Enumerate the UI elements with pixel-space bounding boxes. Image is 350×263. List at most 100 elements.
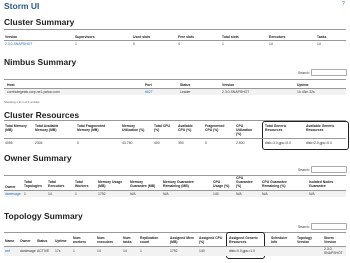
col-num-workers[interactable]: Num workers: [73, 236, 91, 244]
col-topology-uptime[interactable]: Uptime: [55, 239, 67, 243]
cell-cpu-guarantee-remaining: N/A: [262, 192, 268, 196]
col-memory-guarantee-remaining[interactable]: Memory Guarantee Remaining (MB): [163, 180, 203, 188]
col-total-memory[interactable]: Total Memory (MB): [5, 124, 27, 132]
owner-search-label: Search:: [298, 168, 310, 172]
divider: [4, 232, 346, 233]
cell-status: Leader: [180, 90, 191, 94]
cell-memory-utilization: 43.750: [122, 141, 133, 145]
col-memory-utilization[interactable]: Memory Utilization (%): [122, 124, 147, 132]
nimbus-summary-title: Nimbus Summary: [4, 57, 77, 67]
help-icon[interactable]: ?: [342, 1, 345, 7]
cell-used-slots: 0: [133, 42, 135, 46]
col-topology-version[interactable]: Topology Version: [297, 236, 319, 244]
cell-owner[interactable]: daniesage: [5, 192, 21, 196]
cell-version[interactable]: 2.3.0-SNAPSHOT: [5, 42, 32, 46]
col-total-fragmented-memory[interactable]: Total Fragmented Memory (MB): [77, 124, 115, 132]
col-available-cpu[interactable]: Available CPU (%): [178, 124, 200, 132]
table-row: [4, 191, 346, 197]
divider: [4, 138, 346, 139]
cell-storm-version: 2.3.0-SNAPSHOT: [324, 247, 343, 255]
cell-num-tasks: 14: [123, 249, 127, 253]
col-assigned-cpu[interactable]: Assigned CPU (%): [199, 236, 223, 244]
col-free-slots[interactable]: Free slots: [178, 35, 194, 39]
col-cpu-guarantee[interactable]: CPU Guarantee (%): [236, 176, 258, 188]
cell-executors: 14: [269, 42, 273, 46]
cell-memory-guarantee-remaining: N/A: [163, 192, 169, 196]
cell-topology-status: ACTIVE: [37, 249, 50, 253]
nimbus-search-input[interactable]: [311, 69, 347, 76]
col-nimbus-version[interactable]: Version: [222, 83, 234, 87]
col-owner[interactable]: Owner: [5, 185, 16, 189]
col-version[interactable]: Version: [5, 35, 17, 39]
col-name[interactable]: Name: [5, 239, 14, 243]
cell-assigned-cpu: 140: [199, 249, 205, 253]
cell-free-slots: 4: [178, 42, 180, 46]
col-total-workers[interactable]: Total Workers: [75, 180, 93, 188]
cell-total-slots: 1: [222, 42, 224, 46]
col-total-generic-resources[interactable]: Total Generic Resources: [265, 124, 301, 132]
col-executors[interactable]: Executors: [269, 35, 285, 39]
col-total-topologies[interactable]: Total Topologies: [24, 180, 44, 188]
col-assigned-mem[interactable]: Assigned Mem (MB): [170, 236, 194, 244]
cell-total-memory: 4096: [5, 141, 13, 145]
storm-ui-logo[interactable]: Storm UI: [4, 1, 39, 11]
cell-topology-owner: daniesage: [20, 249, 36, 253]
topology-search-label: Search:: [298, 225, 310, 229]
col-num-tasks[interactable]: Num tasks: [123, 236, 137, 244]
col-host[interactable]: Host: [7, 83, 15, 87]
col-uptime[interactable]: Uptime: [297, 83, 309, 87]
col-total-executors[interactable]: Total Executors: [48, 180, 68, 188]
col-cpu-guarantee-remaining[interactable]: CPU Guarantee Remaining (%): [262, 180, 298, 188]
col-used-slots[interactable]: Used slots: [133, 35, 150, 39]
cluster-summary-title: Cluster Summary: [4, 17, 75, 27]
cell-cpu-usage: 140: [213, 192, 219, 196]
cell-topology-uptime: 17s: [55, 249, 61, 253]
owner-search-input[interactable]: [311, 166, 347, 173]
col-num-executors[interactable]: Num executors: [97, 236, 119, 244]
topology-search-input[interactable]: [311, 223, 347, 230]
owner-summary-title: Owner Summary: [4, 153, 72, 163]
col-replication-count[interactable]: Replication count: [140, 236, 166, 244]
cell-name[interactable]: wcf: [5, 249, 10, 253]
cell-total-generic-resources: disk=3.0,gpu=0.0: [265, 141, 292, 145]
col-total-available-memory[interactable]: Total Available Memory (MB): [35, 124, 71, 132]
col-memory-usage[interactable]: Memory Usage (MB): [98, 180, 124, 188]
topology-summary-title: Topology Summary: [4, 211, 83, 221]
cell-nimbus-version: 2.3.0-SNAPSHOT: [222, 90, 250, 94]
cell-total-workers: 1: [75, 192, 77, 196]
cell-replication-count: 1: [140, 249, 142, 253]
cell-assigned-mem: 1792: [170, 249, 178, 253]
cell-port[interactable]: 6627: [145, 90, 153, 94]
col-topology-status[interactable]: Status: [37, 239, 47, 243]
col-tasks[interactable]: Tasks: [317, 35, 326, 39]
col-cpu-usage[interactable]: CPU Usage (%): [213, 180, 231, 188]
cell-total-topologies: 1: [24, 192, 26, 196]
col-available-generic-resources[interactable]: Available Generic Resources: [306, 124, 346, 132]
cell-total-available-memory: 2304: [35, 141, 43, 145]
col-port[interactable]: Port: [145, 83, 152, 87]
cell-fragmented-cpu: 0: [205, 141, 207, 145]
col-total-slots[interactable]: Total slots: [222, 35, 239, 39]
col-status[interactable]: Status: [180, 83, 190, 87]
col-assigned-generic-resources[interactable]: Assigned Generic Resources: [229, 236, 263, 244]
col-topology-owner[interactable]: Owner: [20, 239, 31, 243]
col-total-cpu[interactable]: Total CPU (%): [154, 124, 172, 132]
col-isolated-nodes-guarantee[interactable]: Isolated Nodes Guarantee: [309, 180, 345, 188]
col-memory-guarantee[interactable]: Memory Guarantee (MB): [130, 180, 160, 188]
cell-uptime: 1h 43m 32s: [297, 90, 315, 94]
cell-total-cpu: 400: [154, 141, 160, 145]
cell-num-workers: 1: [73, 249, 75, 253]
nimbus-entries-info: Showing 1 to 1 of 1 entries: [4, 100, 40, 104]
cell-host: cornholegeals.corp.ne1.yahoo.com: [7, 90, 60, 94]
col-supervisors[interactable]: Supervisors: [75, 35, 95, 39]
col-fragmented-cpu[interactable]: Fragmented CPU (%): [205, 124, 231, 132]
col-storm-version[interactable]: Storm Version: [324, 236, 346, 244]
col-cpu-utilization[interactable]: CPU Utilization (%): [236, 124, 258, 136]
cell-total-executors: 14: [48, 192, 52, 196]
cell-available-cpu: 390: [178, 141, 184, 145]
cell-memory-usage: 1792: [98, 192, 106, 196]
col-scheduler-info[interactable]: Scheduler Info: [271, 236, 293, 244]
cell-supervisors: 1: [75, 42, 77, 46]
cell-isolated-nodes-guarantee: N/A: [309, 192, 315, 196]
cell-total-fragmented-memory: 0: [77, 141, 79, 145]
